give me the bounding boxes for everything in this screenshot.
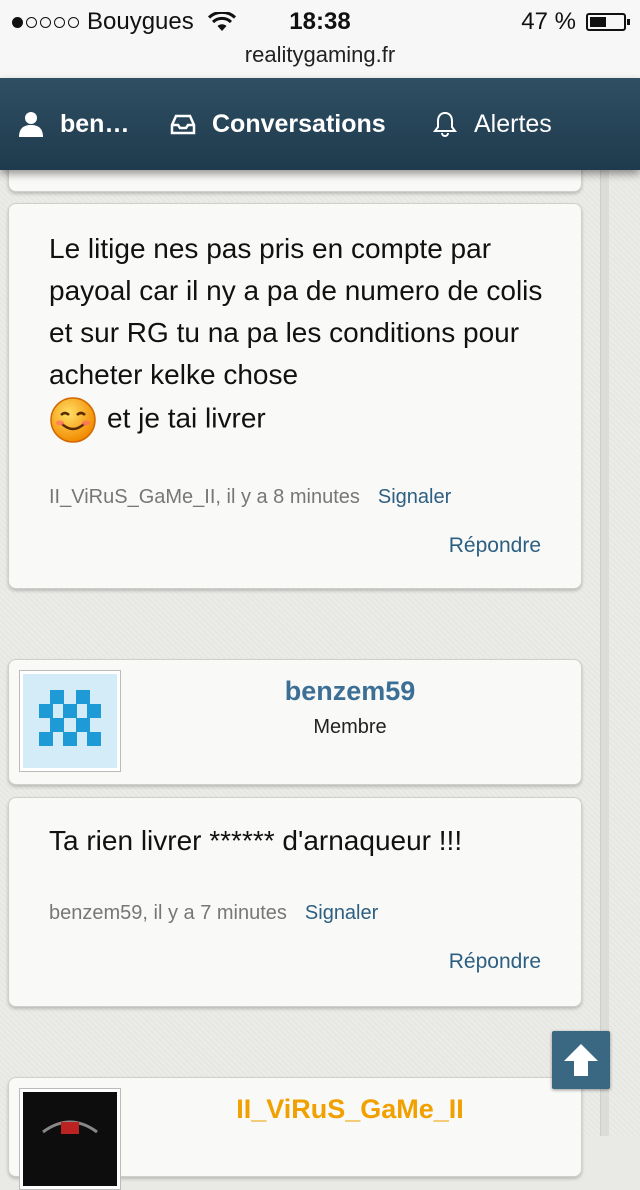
post-author-time[interactable]: II_ViRuS_GaMe_II, il y a 8 minutes	[49, 486, 360, 508]
battery-icon	[586, 13, 630, 31]
report-link[interactable]: Signaler	[305, 902, 378, 924]
status-bar: Bouygues 18:38 47 % realitygaming.fr	[0, 0, 640, 78]
wifi-icon	[207, 12, 236, 31]
post-message-card: Ta rien livrer ****** d'arnaqueur !!! be…	[8, 797, 582, 1007]
username-link[interactable]: benzem59	[139, 676, 561, 707]
nav-conversations[interactable]: Conversations	[170, 78, 386, 170]
address-bar-url[interactable]: realitygaming.fr	[0, 42, 640, 68]
username-link[interactable]: II_ViRuS_GaMe_II	[139, 1094, 561, 1125]
battery-status: 47 %	[521, 8, 630, 36]
inbox-icon	[170, 114, 196, 135]
post-meta: benzem59, il y a 7 minutes Signaler	[49, 902, 378, 925]
nav-user-label: ben…	[60, 109, 130, 138]
user-icon	[19, 112, 43, 137]
post-author-time[interactable]: benzem59, il y a 7 minutes	[49, 902, 287, 924]
user-info-card: II_ViRuS_GaMe_II	[8, 1077, 582, 1190]
nav-conversations-label: Conversations	[212, 109, 386, 138]
post-message-body: Le litige nes pas pris en compte par pay…	[49, 228, 551, 444]
signal-strength-icon	[12, 16, 79, 28]
post-message-text: Ta rien livrer ****** d'arnaqueur !!!	[49, 825, 463, 856]
top-navigation-bar: ben… Conversations Alertes	[0, 78, 640, 170]
carrier-info: Bouygues	[12, 8, 236, 36]
avatar[interactable]	[19, 1088, 121, 1190]
page-right-rail	[600, 170, 609, 1136]
custom-avatar-image	[23, 1092, 117, 1186]
carrier-name: Bouygues	[87, 8, 194, 35]
default-avatar-icon	[39, 690, 101, 746]
user-info-card: benzem59 Membre	[8, 659, 582, 785]
scroll-to-top-button[interactable]	[552, 1031, 610, 1089]
post-meta: II_ViRuS_GaMe_II, il y a 8 minutes Signal…	[49, 486, 451, 509]
bell-icon	[433, 111, 457, 137]
user-title: Membre	[313, 716, 387, 738]
post-message-text-end: et je tai livrer	[107, 402, 266, 434]
post-message-text: Le litige nes pas pris en compte par pay…	[49, 233, 543, 390]
post-message-card: Le litige nes pas pris en compte par pay…	[8, 203, 582, 589]
nav-alerts[interactable]: Alertes	[432, 78, 552, 170]
reply-link[interactable]: Répondre	[449, 950, 541, 974]
reply-link[interactable]: Répondre	[449, 534, 541, 558]
arrow-up-icon	[564, 1044, 598, 1076]
report-link[interactable]: Signaler	[378, 486, 451, 508]
avatar[interactable]	[19, 670, 121, 772]
smiley-icon	[50, 397, 96, 443]
nav-alerts-label: Alertes	[474, 109, 552, 138]
nav-user-menu[interactable]: ben…	[18, 78, 129, 170]
battery-percent: 47 %	[521, 8, 576, 35]
